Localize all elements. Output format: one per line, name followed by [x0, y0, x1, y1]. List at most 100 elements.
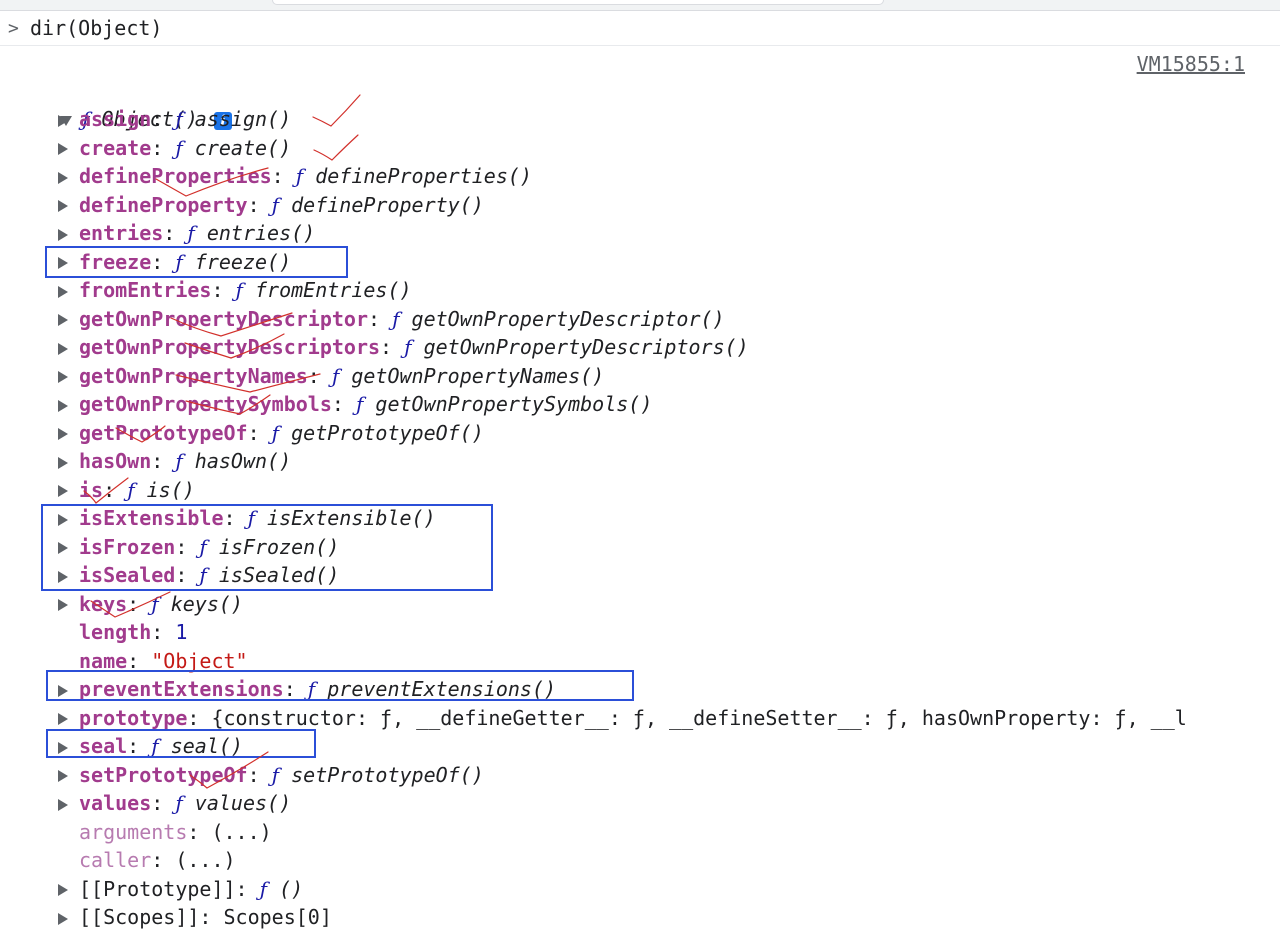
expand-arrow-icon[interactable]	[58, 399, 68, 412]
expand-arrow-icon[interactable]	[58, 513, 68, 526]
key-separator: :	[187, 705, 212, 730]
expand-arrow-icon[interactable]	[58, 171, 68, 184]
property-row[interactable]: keys: ƒ keys()	[58, 590, 243, 618]
property-key: create	[79, 135, 152, 160]
function-symbol: ƒ	[175, 449, 183, 473]
key-separator: :	[187, 819, 212, 844]
property-key: getPrototypeOf	[79, 420, 248, 445]
property-value: (...)	[175, 848, 236, 872]
property-value: preventExtensions()	[327, 677, 557, 701]
function-symbol: ƒ	[259, 876, 268, 901]
property-value: defineProperty()	[291, 192, 484, 217]
property-value: getOwnPropertyDescriptor()	[411, 306, 725, 331]
property-row[interactable]: hasOwn: ƒ hasOwn()	[58, 447, 291, 475]
expand-arrow-icon[interactable]	[58, 542, 68, 554]
property-row: name: "Object"	[58, 647, 248, 675]
property-row: length: 1	[58, 618, 187, 646]
property-row[interactable]: setPrototypeOf: ƒ setPrototypeOf()	[58, 761, 484, 789]
property-key: getOwnPropertyDescriptor	[79, 306, 368, 331]
property-row[interactable]: getOwnPropertyNames: ƒ getOwnPropertyNam…	[58, 362, 604, 390]
source-location-link[interactable]: VM15855:1	[1137, 52, 1245, 76]
property-row[interactable]: getOwnPropertyDescriptors: ƒ getOwnPrope…	[58, 333, 749, 361]
function-symbol: ƒ	[199, 534, 207, 559]
expand-arrow-icon[interactable]	[58, 485, 68, 497]
function-symbol: ƒ	[175, 135, 183, 160]
property-value: entries()	[206, 221, 316, 245]
property-value: {constructor: ƒ, __defineGetter__: ƒ, __…	[211, 705, 1187, 730]
property-key: assign	[79, 107, 152, 131]
property-value: create()	[194, 135, 292, 160]
expand-arrow-icon[interactable]	[58, 428, 68, 440]
property-value: seal()	[170, 734, 243, 758]
property-row[interactable]: fromEntries: ƒ fromEntries()	[58, 276, 412, 304]
function-symbol: ƒ	[247, 506, 255, 530]
function-symbol: ƒ	[187, 221, 195, 245]
expand-arrow-icon[interactable]	[58, 599, 68, 611]
property-row[interactable]: isExtensible: ƒ isExtensible()	[58, 504, 436, 532]
function-symbol: ƒ	[175, 791, 183, 815]
property-row[interactable]: defineProperty: ƒ defineProperty()	[58, 191, 484, 219]
property-row[interactable]: preventExtensions: ƒ preventExtensions()	[58, 675, 556, 703]
key-separator: :	[211, 278, 236, 302]
expand-arrow-icon[interactable]	[58, 884, 68, 896]
function-symbol: ƒ	[355, 392, 364, 416]
expand-arrow-icon[interactable]	[58, 314, 68, 326]
function-symbol: ƒ	[175, 249, 183, 274]
key-separator: :	[151, 249, 176, 274]
expand-arrow-icon[interactable]	[58, 228, 68, 241]
property-row[interactable]: is: ƒ is()	[58, 476, 195, 504]
property-value: values()	[194, 791, 292, 815]
property-value: 1	[175, 620, 188, 644]
expand-arrow-icon[interactable]	[58, 456, 68, 469]
expand-arrow-icon[interactable]	[58, 713, 68, 725]
property-row[interactable]: getPrototypeOf: ƒ getPrototypeOf()	[58, 419, 484, 447]
property-key: prototype	[79, 705, 188, 730]
property-key: hasOwn	[79, 449, 152, 473]
property-row[interactable]: defineProperties: ƒ defineProperties()	[58, 162, 532, 190]
property-row[interactable]: assign: ƒ assign()	[58, 105, 291, 133]
object-tree-header[interactable]: ƒ Object() i	[36, 77, 232, 131]
expand-arrow-icon[interactable]	[58, 200, 68, 212]
property-row[interactable]: [[Scopes]]: Scopes[0]	[58, 903, 332, 931]
expand-arrow-icon[interactable]	[58, 770, 68, 782]
property-key: isSealed	[79, 563, 176, 587]
property-row[interactable]: entries: ƒ entries()	[58, 219, 315, 247]
key-separator: :	[223, 506, 248, 530]
function-symbol: ƒ	[404, 335, 412, 359]
expand-arrow-icon[interactable]	[58, 371, 68, 383]
property-key: arguments	[79, 819, 188, 844]
property-row[interactable]: getOwnPropertyDescriptor: ƒ getOwnProper…	[58, 305, 725, 333]
function-symbol: ƒ	[271, 420, 280, 445]
expand-arrow-icon[interactable]	[58, 342, 68, 355]
property-row[interactable]: isSealed: ƒ isSealed()	[58, 561, 339, 589]
property-value: setPrototypeOf()	[291, 762, 484, 787]
key-separator: :	[151, 620, 176, 644]
expand-arrow-icon[interactable]	[58, 257, 68, 269]
property-row[interactable]: create: ƒ create()	[58, 134, 291, 162]
expand-arrow-icon[interactable]	[58, 570, 68, 583]
address-field-edge[interactable]	[272, 0, 884, 5]
function-symbol: ƒ	[151, 591, 159, 616]
property-key: isFrozen	[79, 534, 176, 559]
expand-arrow-icon[interactable]	[58, 741, 68, 754]
property-row[interactable]: [[Prototype]]: ƒ ()	[58, 875, 303, 903]
property-row[interactable]: freeze: ƒ freeze()	[58, 248, 291, 276]
key-separator: :	[271, 164, 296, 188]
expand-arrow-icon[interactable]	[58, 912, 68, 925]
function-symbol: ƒ	[151, 734, 159, 758]
property-row[interactable]: values: ƒ values()	[58, 789, 291, 817]
expand-arrow-icon[interactable]	[58, 798, 68, 811]
key-separator: :	[247, 762, 272, 787]
console-command[interactable]: dir(Object)	[30, 12, 162, 45]
property-value: getOwnPropertyDescriptors()	[423, 335, 749, 359]
expand-arrow-icon[interactable]	[58, 143, 68, 155]
expand-arrow-icon[interactable]	[58, 684, 68, 697]
expand-arrow-icon[interactable]	[58, 114, 68, 127]
property-row[interactable]: isFrozen: ƒ isFrozen()	[58, 533, 339, 561]
property-row[interactable]: prototype: {constructor: ƒ, __defineGett…	[58, 704, 1187, 732]
property-row[interactable]: seal: ƒ seal()	[58, 732, 243, 760]
expand-arrow-icon[interactable]	[58, 285, 68, 298]
property-row[interactable]: getOwnPropertySymbols: ƒ getOwnPropertyS…	[58, 390, 652, 418]
property-value: getPrototypeOf()	[291, 420, 484, 445]
property-key: is	[79, 477, 104, 502]
